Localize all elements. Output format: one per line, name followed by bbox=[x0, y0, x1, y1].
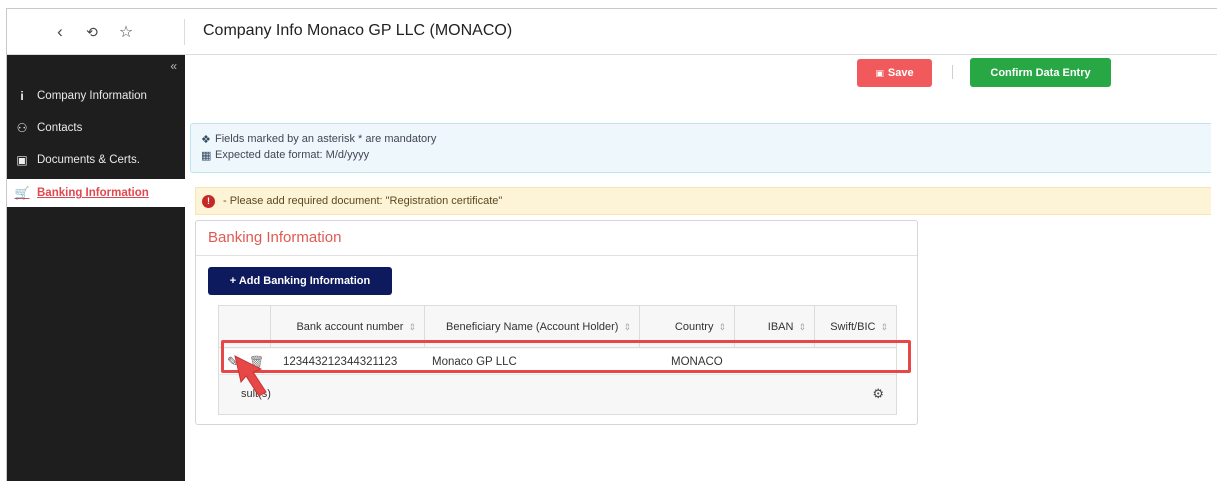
sidebar-item-label: Banking Information bbox=[37, 187, 149, 199]
lock-icon: ▣ bbox=[875, 67, 884, 78]
exclamation-icon: ! bbox=[202, 194, 215, 208]
divider bbox=[184, 19, 185, 45]
double-chevron-left-icon[interactable]: « bbox=[170, 59, 177, 73]
history-icon[interactable]: ⟲ bbox=[81, 21, 103, 43]
date-format-notice: Expected date format: M/d/yyyy bbox=[215, 149, 370, 161]
table-footer: sult(s) ⚙ bbox=[219, 376, 896, 414]
sort-icon: ⇕ bbox=[623, 321, 631, 332]
sidebar-item-banking-information[interactable]: 🛒 Banking Information bbox=[7, 179, 185, 207]
panel-title: Banking Information bbox=[196, 221, 917, 256]
sidebar-item-company-information[interactable]: i Company Information bbox=[7, 83, 185, 109]
users-icon: ⚇ bbox=[16, 121, 28, 135]
info-circle-icon: ❖ bbox=[201, 133, 211, 146]
sort-icon: ⇕ bbox=[798, 321, 806, 332]
mandatory-notice: Fields marked by an asterisk * are manda… bbox=[215, 133, 437, 145]
gear-icon[interactable]: ⚙ bbox=[872, 386, 884, 402]
cart-icon: 🛒 bbox=[14, 186, 30, 200]
row-highlight-annotation bbox=[221, 340, 911, 373]
calendar-icon: ▦ bbox=[201, 149, 212, 162]
star-icon[interactable]: ☆ bbox=[115, 21, 137, 43]
add-banking-information-button[interactable]: + Add Banking Information bbox=[208, 267, 392, 295]
sort-icon: ⇕ bbox=[880, 321, 888, 332]
top-bar: ‹ ⟲ ☆ Company Info Monaco GP LLC (MONACO… bbox=[7, 9, 1217, 55]
save-button-label: Save bbox=[887, 67, 914, 79]
sidebar-item-label: Documents & Certs. bbox=[37, 154, 140, 166]
page-title: Company Info Monaco GP LLC (MONACO) bbox=[203, 22, 513, 39]
sidebar-item-label: Company Information bbox=[37, 90, 147, 102]
warning-banner: ! - Please add required document: "Regis… bbox=[195, 187, 1211, 215]
confirm-data-entry-button[interactable]: Confirm Data Entry bbox=[970, 58, 1111, 87]
sort-icon: ⇕ bbox=[718, 321, 726, 332]
warning-text: - Please add required document: "Registr… bbox=[223, 195, 503, 207]
arrow-pointer-icon bbox=[234, 355, 267, 397]
sidebar-item-documents[interactable]: ▣ Documents & Certs. bbox=[7, 147, 185, 173]
button-divider bbox=[952, 65, 953, 79]
info-icon: i bbox=[20, 89, 24, 103]
save-button[interactable]: ▣ Save bbox=[857, 59, 932, 87]
banking-information-panel: Banking Information + Add Banking Inform… bbox=[195, 220, 918, 425]
info-notice: ❖ Fields marked by an asterisk * are man… bbox=[190, 123, 1211, 173]
sidebar-item-label: Contacts bbox=[37, 122, 83, 134]
sidebar-item-contacts[interactable]: ⚇ Contacts bbox=[7, 115, 185, 141]
back-icon[interactable]: ‹ bbox=[49, 21, 71, 43]
sort-icon: ⇕ bbox=[408, 321, 416, 332]
document-icon: ▣ bbox=[16, 153, 28, 167]
sidebar: « i Company Information ⚇ Contacts ▣ Doc… bbox=[7, 55, 185, 481]
